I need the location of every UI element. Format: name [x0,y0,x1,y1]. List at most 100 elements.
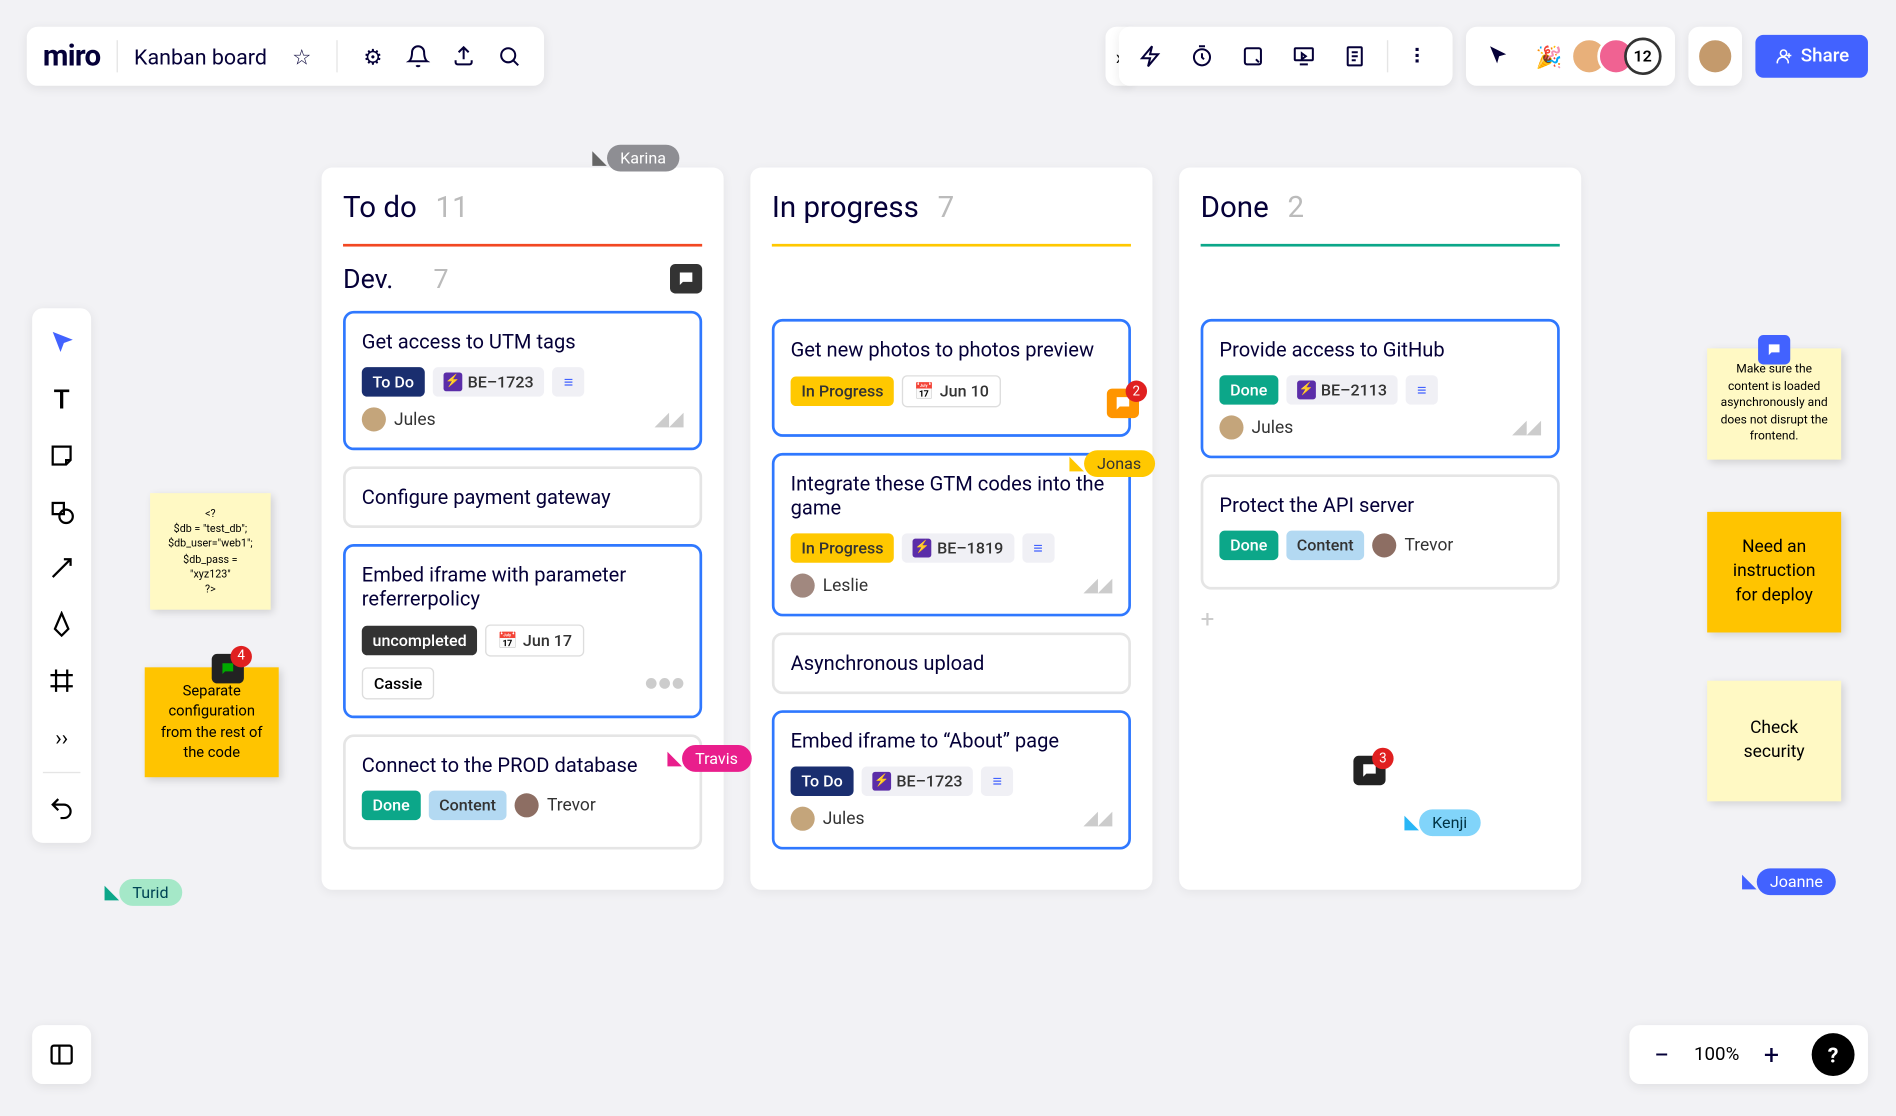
cursor-name: Joanne [1756,868,1836,895]
card-title: Embed iframe to “About” page [791,729,1113,753]
logo[interactable]: miro [43,40,101,73]
card-title: Configure payment gateway [362,485,684,509]
apps-panel: ⠇ [1119,27,1453,86]
date-tag: 📅 Jun 10 [902,375,1001,407]
card[interactable]: Embed iframe to “About” page To Do ⚡BE–1… [772,710,1131,849]
top-toolbar-left: miro Kanban board ☆ ⚙ [27,27,545,86]
card[interactable]: Get new photos to photos preview In Prog… [772,319,1131,437]
more-icon[interactable]: ⠇ [1401,38,1439,76]
panel-toggle-button[interactable] [32,1025,91,1084]
card[interactable]: Connect to the PROD database Done Conten… [343,734,702,849]
share-button[interactable]: Share [1755,35,1868,78]
card[interactable]: Protect the API server Done Content Trev… [1201,474,1560,589]
cursor-icon: ◣ [1742,871,1756,892]
status-tag: Done [1219,531,1278,560]
sticky-text: Check security [1721,717,1828,766]
card[interactable]: Get access to UTM tags To Do ⚡BE–1723 ≡ … [343,311,702,450]
zoom-out-button[interactable]: − [1643,1036,1681,1074]
column-divider [343,244,702,247]
help-button[interactable]: ? [1812,1033,1855,1076]
more-tools-icon[interactable]: ›› [38,713,86,761]
cursor-tool-icon[interactable] [1479,38,1517,76]
user-cursor: ◣ Kenji [1404,809,1480,836]
assignee: Leslie [791,574,868,598]
settings-icon[interactable]: ⚙ [354,38,392,76]
dots-icon [646,678,684,689]
select-tool-icon[interactable] [38,319,86,367]
priority-icon: ≡ [552,367,584,396]
bolt-icon[interactable] [1132,38,1170,76]
swimlane-count: 7 [434,263,449,295]
comment-bubble-icon[interactable]: 3 [1353,756,1385,785]
status-tag: In Progress [791,377,895,406]
present-icon[interactable] [1285,38,1323,76]
star-icon[interactable]: ☆ [283,38,321,76]
extra-tag: Content [428,791,506,820]
avatar-count[interactable]: 12 [1624,38,1662,76]
column-divider [1201,244,1560,247]
cursor-icon: ◣ [592,147,606,168]
column-divider [772,244,1131,247]
badge-count: 2 [1126,381,1147,402]
bolt-icon: ⚡ [872,772,891,791]
swimlane-title: Dev. [343,263,393,295]
badge-count: 3 [1372,748,1393,769]
avatar[interactable] [1696,38,1734,76]
card-title: Embed iframe with parameter referrerpoli… [362,563,684,611]
sticky-note[interactable]: <? $db = "test_db"; $db_user="web1"; $db… [150,493,271,610]
divider [1387,40,1388,72]
comment-icon[interactable] [1758,335,1790,364]
frame-tool-icon[interactable] [38,657,86,705]
avatar-icon [362,407,386,431]
left-toolbar: T ›› [32,308,91,843]
sticky-note[interactable]: Make sure the content is loaded asynchro… [1707,348,1841,459]
card[interactable]: Integrate these GTM codes into the game … [772,453,1131,616]
card-title: Asynchronous upload [791,651,1113,675]
divider [117,40,118,72]
timer-icon[interactable] [1183,38,1221,76]
card[interactable]: Asynchronous upload [772,632,1131,694]
cursor-icon: ◣ [1404,812,1418,833]
frame-icon[interactable] [1234,38,1272,76]
notes-icon[interactable] [1336,38,1374,76]
column-todo: To do 11 Dev. 7 Get access to UTM tags T… [322,168,724,890]
reactions-icon[interactable]: 🎉 [1530,38,1568,76]
pen-tool-icon[interactable] [38,600,86,648]
card[interactable]: Embed iframe with parameter referrerpoli… [343,544,702,718]
card-title: Connect to the PROD database [362,753,684,777]
cursor-name: Travis [682,745,752,772]
undo-icon[interactable] [38,784,86,832]
cursor-name: Jonas [1084,450,1155,477]
sticky-tool-icon[interactable] [38,431,86,479]
avatar-icon [791,574,815,598]
kanban-board: To do 11 Dev. 7 Get access to UTM tags T… [322,168,1582,890]
arrow-tool-icon[interactable] [38,544,86,592]
column-count: 7 [938,192,955,226]
bolt-icon: ⚡ [913,539,932,558]
text-tool-icon[interactable]: T [38,375,86,423]
sticky-note[interactable]: Check security [1707,681,1841,802]
avatar-icon [1372,533,1396,557]
card[interactable]: Configure payment gateway [343,466,702,528]
zoom-controls: − 100% + ? [1630,1025,1868,1084]
search-icon[interactable] [491,38,529,76]
avatar-stack[interactable]: 12 [1581,38,1661,76]
comment-icon[interactable] [670,264,702,293]
status-tag: To Do [362,367,425,396]
zoom-in-button[interactable]: + [1753,1036,1791,1074]
solo-avatar-panel [1688,27,1742,86]
status-tag: uncompleted [362,626,478,655]
comment-bubble-icon[interactable]: 2 [1107,389,1139,418]
bell-icon[interactable] [400,38,438,76]
cursor-name: Kenji [1419,809,1481,836]
board-title[interactable]: Kanban board [134,44,267,69]
comment-icon[interactable]: 4 [212,654,244,683]
sticky-note[interactable]: Need an instruction for deploy [1707,512,1841,633]
status-tag: In Progress [791,533,895,562]
shape-tool-icon[interactable] [38,488,86,536]
bolt-icon: ⚡ [1297,381,1316,400]
export-icon[interactable] [445,38,483,76]
sticky-note[interactable]: 4 Separate configuration from the rest o… [145,667,279,776]
add-card-button[interactable]: + [1201,606,1560,634]
card[interactable]: Provide access to GitHub Done ⚡BE–2113 ≡… [1201,319,1560,458]
